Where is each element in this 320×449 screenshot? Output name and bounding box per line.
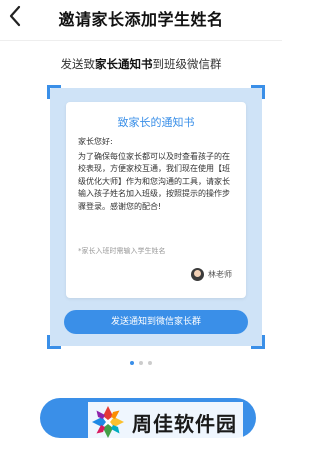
frame-corner-bottom-left (47, 335, 61, 349)
teacher-name: 林老师 (208, 270, 232, 279)
watermark: 周佳软件园 (88, 402, 243, 442)
avatar (191, 268, 204, 281)
pinwheel-logo-icon (90, 404, 126, 440)
instruction-highlight: 家长通知书 (95, 57, 153, 71)
teacher-signature: 林老师 (191, 268, 232, 281)
send-to-wechat-group-button[interactable]: 发送通知到微信家长群 (64, 310, 248, 334)
watermark-text: 周佳软件园 (132, 411, 237, 436)
frame-corner-top-right (251, 85, 265, 99)
notice-card: 致家长的通知书 家长您好: 为了确保每位家长都可以及时查看孩子的在校表现，方便家… (66, 102, 246, 298)
notice-greeting: 家长您好: (78, 137, 113, 146)
instruction-suffix: 到班级微信群 (152, 57, 222, 71)
frame-corner-bottom-right (251, 335, 265, 349)
instruction-text: 发送致家长通知书到班级微信群 (0, 56, 282, 72)
notice-hint: *家长入班时需输入学生姓名 (78, 247, 166, 255)
pagination-dot[interactable] (139, 361, 143, 365)
notice-title: 致家长的通知书 (117, 116, 195, 129)
notice-preview-frame: 致家长的通知书 家长您好: 为了确保每位家长都可以及时查看孩子的在校表现，方便家… (47, 85, 265, 349)
pagination-dots (0, 361, 282, 365)
pagination-dot[interactable] (148, 361, 152, 365)
pagination-dot-active[interactable] (130, 361, 134, 365)
notice-body-text: 为了确保每位家长都可以及时查看孩子的在校表现，方便家校互通，我们现在使用【班级优… (78, 151, 230, 211)
page-title: 邀请家长添加学生姓名 (58, 10, 224, 29)
instruction-prefix: 发送致 (60, 57, 96, 71)
header-divider (0, 40, 282, 41)
frame-corner-top-left (47, 85, 61, 99)
notice-body: 家长您好: 为了确保每位家长都可以及时查看孩子的在校表现，方便家校互通，我们现在… (78, 136, 236, 213)
header: 邀请家长添加学生姓名 (0, 0, 282, 40)
